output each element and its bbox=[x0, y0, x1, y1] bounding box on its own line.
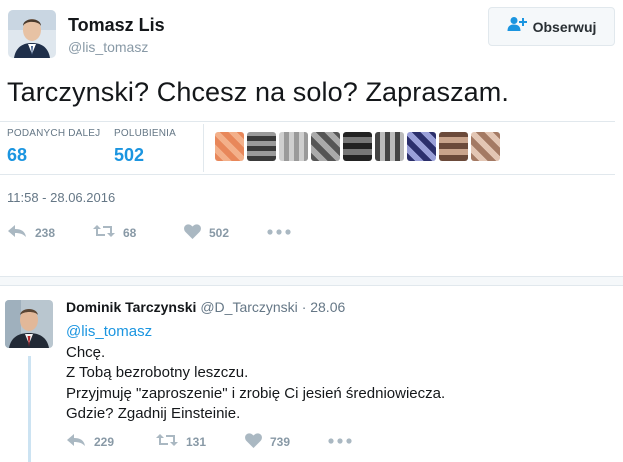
likes-stat-value: 502 bbox=[114, 145, 145, 165]
liker-avatar[interactable] bbox=[439, 132, 468, 161]
author-avatar[interactable] bbox=[8, 10, 56, 58]
retweet-icon bbox=[156, 433, 178, 450]
liker-avatar[interactable] bbox=[215, 132, 244, 161]
more-dots-icon bbox=[267, 224, 291, 238]
tweet-text: Tarczynski? Chcesz na solo? Zapraszam. bbox=[7, 77, 509, 107]
reply-tweet: Dominik Tarczynski @D_Tarczynski · 28.06… bbox=[0, 286, 623, 462]
reply-like-count: 739 bbox=[270, 435, 291, 449]
liker-avatar[interactable] bbox=[407, 132, 436, 161]
reply-reply-count: 229 bbox=[94, 434, 115, 449]
retweet-icon bbox=[93, 224, 115, 241]
reply-line: Gdzie? Zgadnij Einsteinie. bbox=[66, 405, 241, 422]
reply-header: Dominik Tarczynski @D_Tarczynski · 28.06 bbox=[66, 299, 345, 315]
reply-retweet-count: 131 bbox=[186, 434, 207, 449]
reply-button[interactable]: 238 bbox=[7, 224, 55, 241]
thread-line bbox=[28, 356, 31, 462]
liker-avatars bbox=[215, 132, 500, 161]
reply-author-handle[interactable]: @D_Tarczynski bbox=[200, 299, 297, 315]
reply-text: @lis_tomasz Chcę. Z Tobą bezrobotny lesz… bbox=[66, 322, 445, 425]
liker-avatar[interactable] bbox=[471, 132, 500, 161]
more-button[interactable] bbox=[267, 224, 291, 238]
reply-date[interactable]: · 28.06 bbox=[302, 299, 346, 315]
stats-divider bbox=[203, 124, 204, 172]
liker-avatar[interactable] bbox=[311, 132, 340, 161]
reply-reply-button[interactable]: 229 bbox=[66, 433, 114, 450]
like-count: 502 bbox=[209, 226, 230, 240]
author-handle[interactable]: @lis_tomasz bbox=[68, 39, 148, 55]
likes-stat-label: POLUBIENIA bbox=[114, 128, 177, 139]
person-plus-icon bbox=[507, 16, 527, 37]
like-button[interactable]: 502 bbox=[184, 224, 229, 242]
reply-mention-link[interactable]: @lis_tomasz bbox=[66, 322, 445, 343]
tweet-stats: PODANYCH DALEJ 68 POLUBIENIA 502 bbox=[0, 121, 615, 175]
reply-line: Z Tobą bezrobotny leszczu. bbox=[66, 364, 249, 381]
tweet-separator bbox=[0, 276, 623, 286]
reply-author-name[interactable]: Dominik Tarczynski bbox=[66, 299, 196, 315]
follow-button[interactable]: Obserwuj bbox=[488, 7, 615, 46]
reply-more-button[interactable] bbox=[328, 433, 352, 447]
more-dots-icon bbox=[328, 433, 352, 447]
reply-line: Chcę. bbox=[66, 343, 106, 361]
reply-arrow-icon bbox=[7, 224, 27, 241]
main-tweet: Tomasz Lis @lis_tomasz Obserwuj Tarczyns… bbox=[0, 0, 623, 276]
reply-retweet-button[interactable]: 131 bbox=[156, 433, 206, 450]
reply-author-avatar[interactable] bbox=[5, 300, 53, 348]
retweet-button[interactable]: 68 bbox=[93, 224, 136, 241]
retweets-stat[interactable]: PODANYCH DALEJ 68 bbox=[7, 128, 100, 166]
liker-avatar[interactable] bbox=[247, 132, 276, 161]
retweets-stat-value: 68 bbox=[7, 145, 28, 165]
tweet-timestamp[interactable]: 11:58 - 28.06.2016 bbox=[7, 190, 115, 205]
reply-count: 238 bbox=[35, 225, 56, 240]
reply-line: Przyjmuję "zaproszenie" i zrobię Ci jesi… bbox=[66, 384, 446, 402]
liker-avatar[interactable] bbox=[375, 132, 404, 161]
reply-like-button[interactable]: 739 bbox=[245, 433, 290, 451]
heart-icon bbox=[245, 433, 262, 451]
retweets-stat-label: PODANYCH DALEJ bbox=[7, 128, 101, 139]
heart-icon bbox=[184, 224, 201, 242]
liker-avatar[interactable] bbox=[343, 132, 372, 161]
follow-label: Obserwuj bbox=[532, 18, 597, 35]
author-name[interactable]: Tomasz Lis bbox=[68, 15, 165, 36]
likes-stat[interactable]: POLUBIENIA 502 bbox=[114, 128, 176, 166]
reply-arrow-icon bbox=[66, 433, 86, 450]
liker-avatar[interactable] bbox=[279, 132, 308, 161]
retweet-count: 68 bbox=[123, 225, 137, 240]
